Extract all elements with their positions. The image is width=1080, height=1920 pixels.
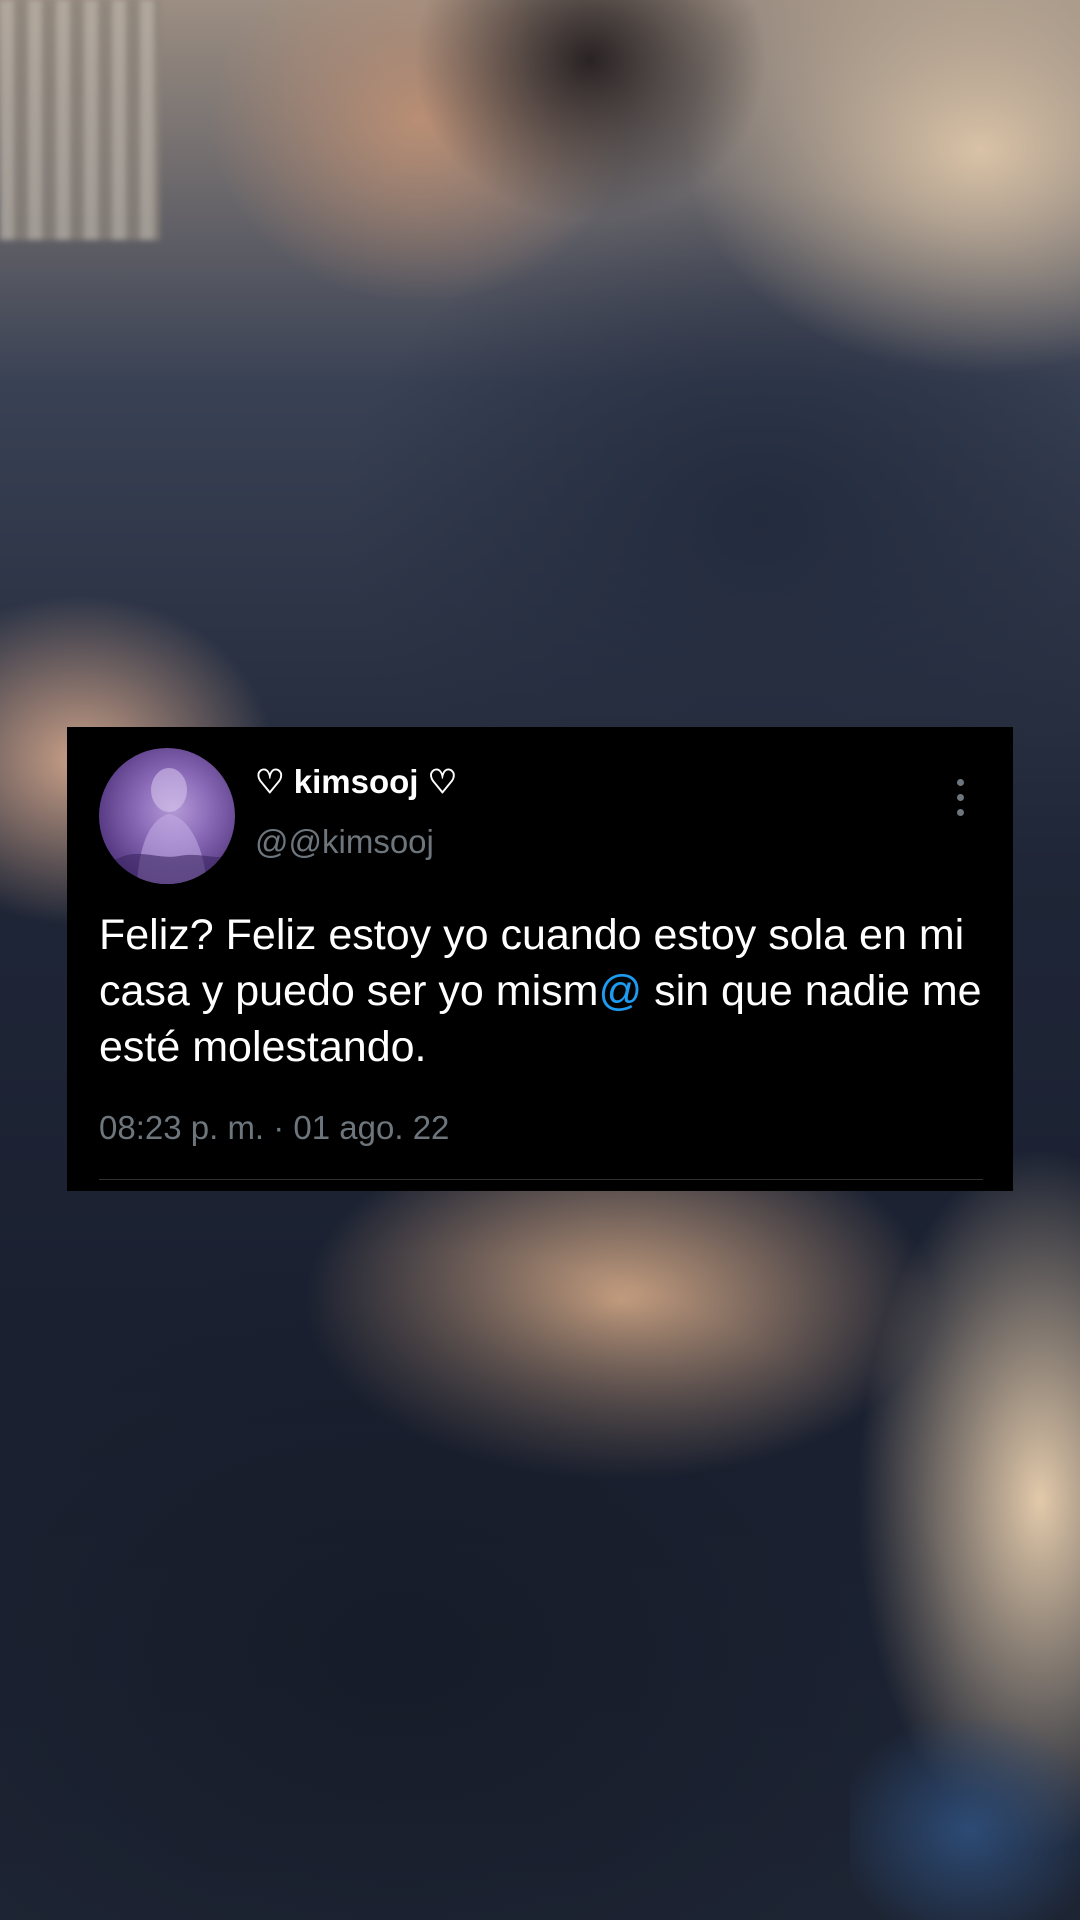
user-handle[interactable]: @@kimsooj xyxy=(255,823,434,861)
avatar[interactable] xyxy=(99,748,235,884)
more-dot xyxy=(957,809,964,816)
divider xyxy=(99,1179,983,1180)
background-jeans xyxy=(850,1720,1080,1920)
display-name[interactable]: ♡ kimsooj ♡ xyxy=(255,762,457,801)
tweet-card[interactable]: ♡ kimsooj ♡ @@kimsooj Feliz? Feliz estoy… xyxy=(67,727,1013,1191)
more-dot xyxy=(957,794,964,801)
mention-link[interactable]: @ xyxy=(598,967,642,1015)
screen: ♡ kimsooj ♡ @@kimsooj Feliz? Feliz estoy… xyxy=(0,0,1080,1920)
tweet-text: Feliz? Feliz estoy yo cuando estoy sola … xyxy=(99,907,999,1075)
more-dot xyxy=(957,779,964,786)
background-curtain xyxy=(0,0,160,240)
more-vertical-icon[interactable] xyxy=(945,773,975,823)
avatar-image xyxy=(99,768,235,884)
background-hair xyxy=(330,0,810,260)
tweet-timestamp[interactable]: 08:23 p. m. · 01 ago. 22 xyxy=(99,1109,449,1147)
